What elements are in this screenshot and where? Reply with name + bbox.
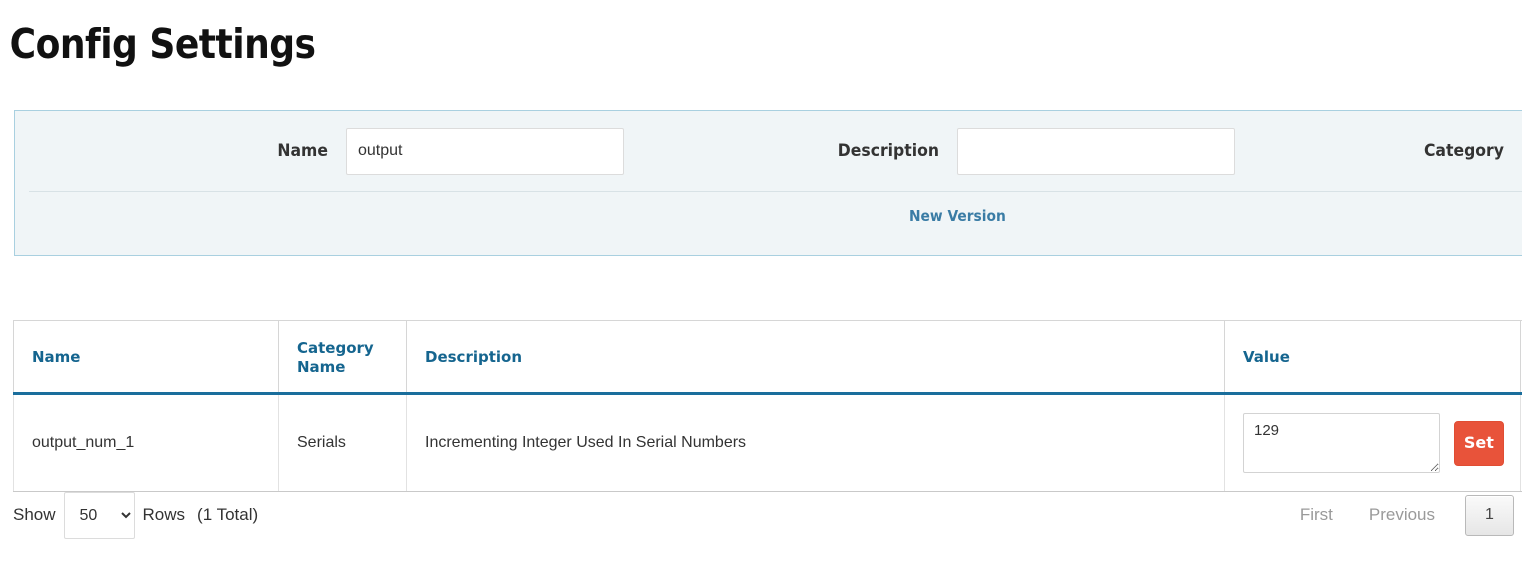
value-textarea[interactable] xyxy=(1243,413,1440,473)
config-table-container: Name Category Name Description Value out… xyxy=(13,320,1522,492)
table-footer: Show 102550100 Rows (1 Total) First Prev… xyxy=(13,487,1522,547)
column-header-category-name[interactable]: Category Name xyxy=(279,321,407,394)
cell-value: Set xyxy=(1225,394,1521,492)
total-rows-label: (1 Total) xyxy=(197,505,258,525)
show-label: Show xyxy=(13,505,56,525)
filter-input-description[interactable] xyxy=(957,128,1235,175)
rows-per-page-select[interactable]: 102550100 xyxy=(64,492,135,539)
new-version-link[interactable]: New Version xyxy=(909,207,1006,225)
table-header-row: Name Category Name Description Value xyxy=(14,321,1522,394)
value-editor: Set xyxy=(1243,413,1504,473)
filter-label-category: Category xyxy=(1424,141,1504,161)
cell-category-name: Serials xyxy=(279,394,407,492)
filter-panel-actions: New Version xyxy=(15,191,1522,255)
filter-field-name: Name xyxy=(273,111,624,191)
config-table: Name Category Name Description Value out… xyxy=(13,320,1522,492)
filter-label-name: Name xyxy=(277,141,328,161)
table-body: output_num_1 Serials Incrementing Intege… xyxy=(14,394,1522,492)
filter-fields-row: Name Description Category xyxy=(15,111,1522,191)
set-button[interactable]: Set xyxy=(1454,421,1504,466)
rows-label: Rows xyxy=(143,505,186,525)
column-header-description[interactable]: Description xyxy=(407,321,1225,394)
column-header-name[interactable]: Name xyxy=(14,321,279,394)
table-row: output_num_1 Serials Incrementing Intege… xyxy=(14,394,1522,492)
pagination-previous[interactable]: Previous xyxy=(1351,505,1453,525)
filter-panel: Name Description Category New Version xyxy=(14,110,1522,256)
filter-field-description: Description xyxy=(829,111,1235,191)
page-title: Config Settings xyxy=(0,0,1339,66)
pagination-first[interactable]: First xyxy=(1282,505,1351,525)
pagination-page-1[interactable]: 1 xyxy=(1465,495,1514,536)
pagination: First Previous 1 xyxy=(1282,487,1514,543)
table-head: Name Category Name Description Value xyxy=(14,321,1522,394)
cell-name: output_num_1 xyxy=(14,394,279,492)
filter-field-category: Category xyxy=(1417,111,1522,191)
filter-label-description: Description xyxy=(838,141,939,161)
cell-description: Incrementing Integer Used In Serial Numb… xyxy=(407,394,1225,492)
column-header-value[interactable]: Value xyxy=(1225,321,1521,394)
filter-input-name[interactable] xyxy=(346,128,624,175)
rows-per-page-control: Show 102550100 Rows (1 Total) xyxy=(13,487,258,543)
